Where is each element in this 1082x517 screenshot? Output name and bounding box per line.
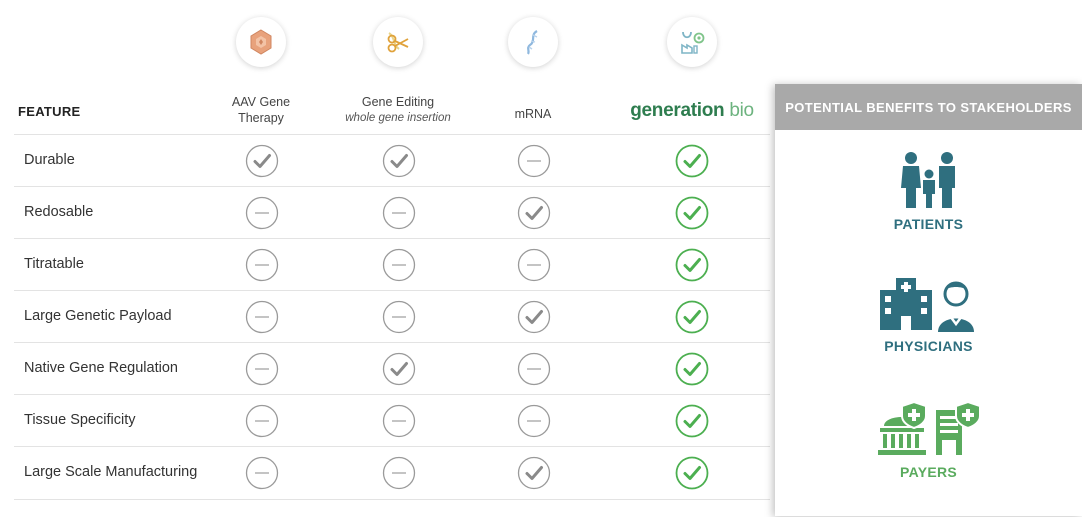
hospital-doctor-icon xyxy=(879,278,974,332)
gray-check-icon xyxy=(382,352,416,386)
table-row: Native Gene Regulation xyxy=(14,342,770,395)
aav-gene-therapy-header: AAV Gene Therapy xyxy=(221,94,301,126)
dash-icon xyxy=(382,300,416,334)
table-row: Durable xyxy=(14,134,770,187)
gene-editing-header-line2: whole gene insertion xyxy=(345,112,451,124)
feature-label: Large Genetic Payload xyxy=(24,308,172,324)
gene-editing-header-line1: Gene Editing xyxy=(361,95,435,109)
table-row: Titratable xyxy=(14,238,770,291)
dash-icon xyxy=(245,196,279,230)
table-row: Redosable xyxy=(14,186,770,239)
government-shield-icon xyxy=(877,400,981,455)
generation-bio-icon-badge xyxy=(667,17,717,67)
feature-label: Large Scale Manufacturing xyxy=(24,464,198,480)
gray-check-icon xyxy=(517,456,551,490)
payers-label: PAYERS xyxy=(899,464,958,480)
dash-icon xyxy=(245,300,279,334)
feature-column-header: FEATURE xyxy=(18,104,81,119)
dash-icon xyxy=(245,456,279,490)
family-icon xyxy=(900,152,955,208)
patients-label: PATIENTS xyxy=(893,216,964,232)
dash-icon xyxy=(382,456,416,490)
gene-editing-header: Gene Editing whole gene insertion xyxy=(333,94,463,126)
stakeholder-payers: PAYERS xyxy=(775,400,1082,480)
aav-gene-therapy-icon-badge xyxy=(236,17,286,67)
stakeholder-patients: PATIENTS xyxy=(775,150,1082,232)
mrna-header-line1: mRNA xyxy=(514,107,552,121)
aav-header-line1: AAV Gene xyxy=(231,95,291,109)
brand-main: generation xyxy=(630,100,725,121)
green-check-icon xyxy=(675,300,709,334)
manufacturing-icon xyxy=(681,31,705,54)
green-check-icon xyxy=(675,404,709,438)
table-row: Large Genetic Payload xyxy=(14,290,770,343)
dash-icon xyxy=(382,196,416,230)
feature-label: Redosable xyxy=(24,204,94,220)
feature-label: Durable xyxy=(24,152,75,168)
mrna-icon-badge xyxy=(508,17,558,67)
green-check-icon xyxy=(675,248,709,282)
stakeholder-physicians: PHYSICIANS xyxy=(775,276,1082,354)
dash-icon xyxy=(517,248,551,282)
dash-icon xyxy=(382,404,416,438)
mrna-strand-icon xyxy=(526,30,538,55)
green-check-icon xyxy=(675,144,709,178)
gene-scissors-icon xyxy=(387,32,409,53)
gray-check-icon xyxy=(245,144,279,178)
table-row: Tissue Specificity xyxy=(14,394,770,447)
dash-icon xyxy=(245,352,279,386)
feature-label: Tissue Specificity xyxy=(24,412,136,428)
gray-check-icon xyxy=(517,196,551,230)
green-check-icon xyxy=(675,352,709,386)
physicians-label: PHYSICIANS xyxy=(884,338,973,354)
green-check-icon xyxy=(675,196,709,230)
dash-icon xyxy=(517,144,551,178)
feature-label: Native Gene Regulation xyxy=(24,360,178,376)
green-check-icon xyxy=(675,456,709,490)
table-row: Large Scale Manufacturing xyxy=(14,446,770,500)
gray-check-icon xyxy=(517,300,551,334)
brand-suffix: bio xyxy=(729,100,754,121)
stakeholder-benefits-panel: POTENTIAL BENEFITS TO STAKEHOLDERS PATIE… xyxy=(775,84,1082,516)
dash-icon xyxy=(517,404,551,438)
generation-bio-logo: generation bio xyxy=(617,100,767,122)
dash-icon xyxy=(382,248,416,282)
mrna-header: mRNA xyxy=(493,106,573,122)
dash-icon xyxy=(245,404,279,438)
aav-header-line2: Therapy xyxy=(238,111,284,125)
gene-editing-icon-badge xyxy=(373,17,423,67)
feature-label: Titratable xyxy=(24,256,84,272)
dash-icon xyxy=(517,352,551,386)
gray-check-icon xyxy=(382,144,416,178)
dash-icon xyxy=(245,248,279,282)
aav-capsid-icon xyxy=(250,29,272,55)
panel-title: POTENTIAL BENEFITS TO STAKEHOLDERS xyxy=(775,84,1082,130)
